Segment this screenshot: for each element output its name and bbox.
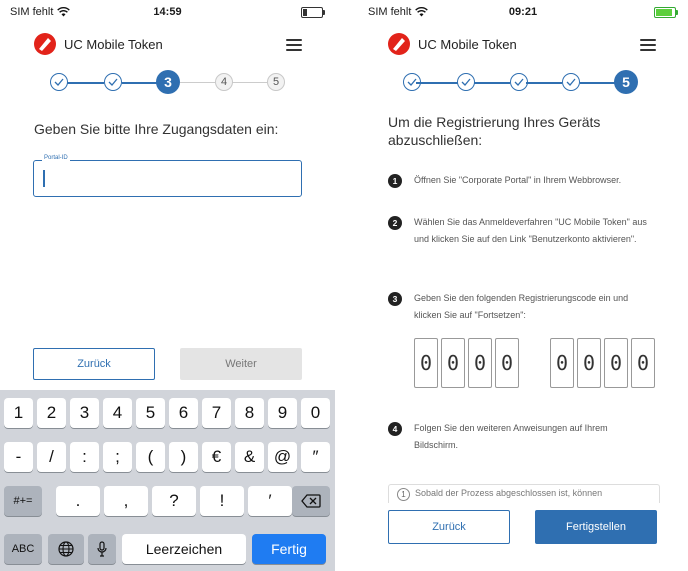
check-icon: [566, 78, 576, 86]
page-heading: Um die Registrierung Ihres Geräts abzusc…: [388, 114, 601, 148]
check-icon: [407, 78, 417, 86]
key-8[interactable]: 8: [235, 398, 264, 428]
instruction-number-3: 3: [388, 292, 402, 306]
code-digit-7: 0: [604, 338, 628, 388]
check-icon: [514, 78, 524, 86]
key-5[interactable]: 5: [136, 398, 165, 428]
step-1-done: [403, 73, 421, 91]
step-3-active: 3: [156, 70, 180, 94]
battery-icon: [301, 7, 325, 18]
next-button[interactable]: Weiter: [180, 348, 302, 380]
key-7[interactable]: 7: [202, 398, 231, 428]
key-comma[interactable]: ,: [104, 486, 148, 516]
code-digit-6: 0: [577, 338, 601, 388]
unicredit-logo-icon: [388, 33, 410, 55]
text-caret: [43, 170, 45, 187]
key-2[interactable]: 2: [37, 398, 66, 428]
status-time: 14:59: [153, 6, 182, 18]
instruction-number-1: 1: [388, 174, 402, 188]
info-icon: 1: [397, 488, 410, 501]
back-button[interactable]: Zurück: [33, 348, 155, 380]
status-time: 09:21: [508, 6, 538, 18]
code-digit-4: 0: [495, 338, 519, 388]
instruction-text-3: Geben Sie den folgenden Registrierungsco…: [414, 293, 629, 320]
code-digit-8: 0: [631, 338, 655, 388]
step-2-done: [457, 73, 475, 91]
app-header: UC Mobile Token: [358, 33, 688, 57]
battery-charging-icon: [654, 7, 678, 18]
key-quote[interactable]: ″: [301, 442, 330, 472]
numeric-keyboard: 1 2 3 4 5 6 7 8 9 0 - / : ; ( ) € & @ ″ …: [0, 390, 335, 571]
key-hyphen[interactable]: -: [4, 442, 33, 472]
unicredit-logo-icon: [34, 33, 56, 55]
space-key[interactable]: Leerzeichen: [122, 534, 246, 564]
key-9[interactable]: 9: [268, 398, 297, 428]
instruction-number-2: 2: [388, 216, 402, 230]
progress-stepper: 5: [358, 70, 688, 96]
finish-button[interactable]: Fertigstellen: [535, 510, 657, 544]
instruction-text-1: Öffnen Sie "Corporate Portal" in Ihrem W…: [414, 175, 622, 185]
key-slash[interactable]: /: [37, 442, 66, 472]
app-title: UC Mobile Token: [418, 37, 517, 52]
step-5-active: 5: [614, 70, 638, 94]
portal-id-label: Portal-ID: [42, 155, 70, 161]
step-2-done: [104, 73, 122, 91]
instruction-text-4: Folgen Sie den weiteren Anweisungen auf …: [414, 423, 608, 450]
instruction-text-2: Wählen Sie das Anmeldeverfahren "UC Mobi…: [414, 217, 647, 244]
microphone-icon: [97, 541, 107, 557]
key-semicolon[interactable]: ;: [103, 442, 132, 472]
app-title: UC Mobile Token: [64, 37, 163, 52]
key-ampersand[interactable]: &: [235, 442, 264, 472]
status-bar: SIM fehlt 14:59: [0, 6, 335, 22]
backspace-icon: [301, 494, 321, 508]
key-at[interactable]: @: [268, 442, 297, 472]
check-icon: [461, 78, 471, 86]
symbols-toggle-key[interactable]: #+=: [4, 486, 42, 516]
key-exclamation[interactable]: !: [200, 486, 244, 516]
backspace-key[interactable]: [292, 486, 330, 516]
code-digit-3: 0: [468, 338, 492, 388]
info-notice-text: Sobald der Prozess abgeschlossen ist, kö…: [415, 488, 603, 498]
info-notice: 1 Sobald der Prozess abgeschlossen ist, …: [388, 484, 660, 503]
key-period[interactable]: .: [56, 486, 100, 516]
check-icon: [54, 78, 64, 86]
dictation-key[interactable]: [88, 534, 116, 564]
portal-id-input[interactable]: Portal-ID: [33, 155, 302, 197]
app-header: UC Mobile Token: [0, 33, 335, 57]
step-1-done: [50, 73, 68, 91]
key-colon[interactable]: :: [70, 442, 99, 472]
code-digit-5: 0: [550, 338, 574, 388]
hamburger-menu-icon[interactable]: [640, 39, 656, 51]
key-6[interactable]: 6: [169, 398, 198, 428]
done-key[interactable]: Fertig: [252, 534, 326, 564]
step-4-done: [562, 73, 580, 91]
hamburger-menu-icon[interactable]: [286, 39, 302, 51]
globe-key[interactable]: [48, 534, 84, 564]
key-open-paren[interactable]: (: [136, 442, 165, 472]
key-euro[interactable]: €: [202, 442, 231, 472]
code-digit-1: 0: [414, 338, 438, 388]
check-icon: [108, 78, 118, 86]
key-1[interactable]: 1: [4, 398, 33, 428]
key-3[interactable]: 3: [70, 398, 99, 428]
abc-key[interactable]: ABC: [4, 534, 42, 564]
progress-stepper: 3 4 5: [0, 70, 335, 96]
key-apostrophe[interactable]: ′: [248, 486, 292, 516]
back-button[interactable]: Zurück: [388, 510, 510, 544]
page-heading: Geben Sie bitte Ihre Zugangsdaten ein:: [34, 121, 279, 137]
key-4[interactable]: 4: [103, 398, 132, 428]
code-digit-2: 0: [441, 338, 465, 388]
step-3-done: [510, 73, 528, 91]
left-phone-screen: SIM fehlt 14:59 UC Mobile Token 3 4 5 Ge…: [0, 0, 335, 571]
step-5: 5: [267, 73, 285, 91]
key-close-paren[interactable]: ): [169, 442, 198, 472]
step-4: 4: [215, 73, 233, 91]
status-bar: SIM fehlt 09:21: [358, 6, 688, 22]
instruction-number-4: 4: [388, 422, 402, 436]
key-0[interactable]: 0: [301, 398, 330, 428]
globe-icon: [58, 541, 74, 557]
key-question[interactable]: ?: [152, 486, 196, 516]
